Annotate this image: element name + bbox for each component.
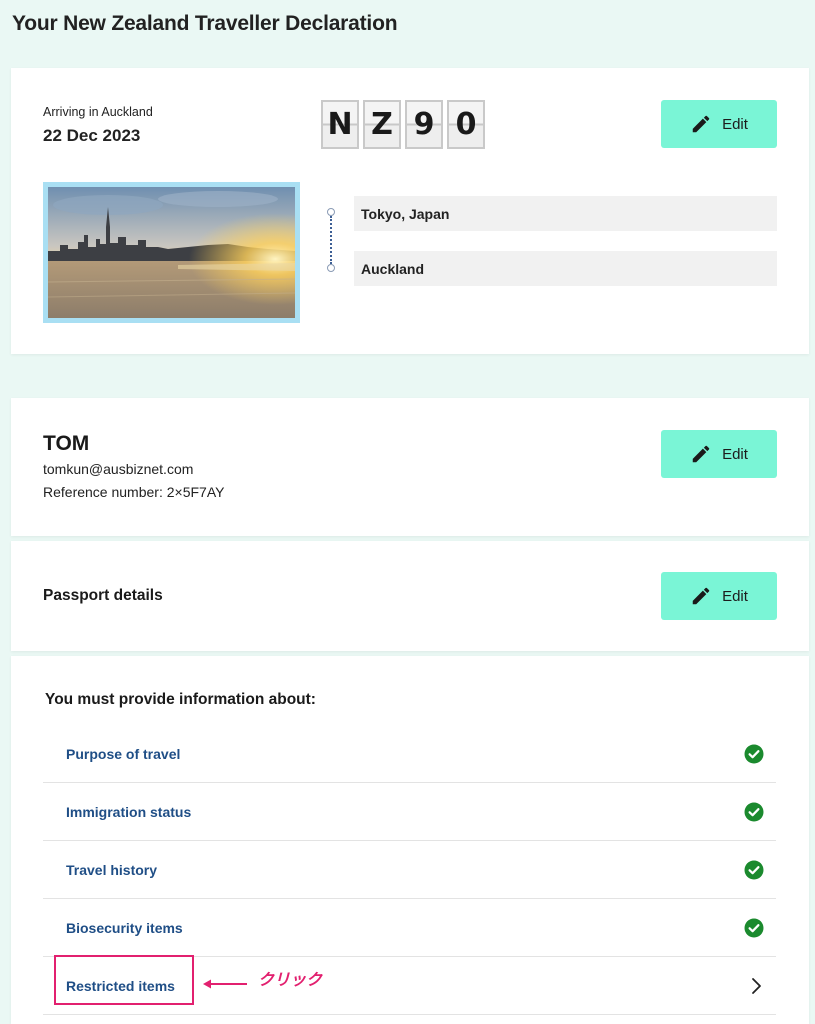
check-icon (744, 918, 764, 937)
edit-label: Edit (722, 587, 748, 605)
skyline-image (48, 187, 295, 318)
annotation-click-text: クリック (258, 970, 323, 989)
info-item-label: Purpose of travel (66, 745, 181, 762)
pencil-icon (692, 587, 710, 605)
pencil-icon (692, 115, 710, 133)
annotation-highlight-box (54, 955, 194, 1005)
edit-passport-button[interactable]: Edit (661, 572, 777, 620)
flight-char: 9 (405, 100, 443, 149)
edit-label: Edit (722, 445, 748, 463)
arrival-date: 22 Dec 2023 (43, 126, 141, 145)
traveller-card: TOM tomkun@ausbiznet.com Reference numbe… (11, 398, 809, 536)
check-icon (744, 744, 764, 763)
info-item-travel-history[interactable]: Travel history (43, 841, 776, 899)
flight-number-board: N Z 9 0 (321, 100, 485, 149)
passport-details-title: Passport details (43, 587, 163, 604)
edit-trip-button[interactable]: Edit (661, 100, 777, 148)
route-dotted-line (330, 216, 332, 264)
info-item-label: Travel history (66, 861, 158, 878)
traveller-name: TOM (43, 432, 90, 455)
flight-char: 0 (447, 100, 485, 149)
destination-dot-icon (327, 264, 335, 272)
flight-char: N (321, 100, 359, 149)
annotation-arrow-icon (203, 979, 247, 989)
info-item-purpose-of-travel[interactable]: Purpose of travel (43, 725, 776, 783)
flight-char: Z (363, 100, 401, 149)
reference-number: Reference number: 2×5F7AY (43, 484, 225, 500)
auckland-skyline-photo (43, 182, 300, 323)
info-item-immigration-status[interactable]: Immigration status (43, 783, 776, 841)
trip-card: Arriving in Auckland 22 Dec 2023 N Z 9 0… (11, 68, 809, 354)
passport-card: Passport details Edit (11, 541, 809, 651)
information-card: You must provide information about: Purp… (11, 656, 809, 1024)
check-icon (744, 860, 764, 879)
edit-traveller-button[interactable]: Edit (661, 430, 777, 478)
info-item-label: Immigration status (66, 803, 192, 820)
page-title: Your New Zealand Traveller Declaration (12, 12, 398, 35)
info-item-label: Biosecurity items (66, 919, 183, 936)
info-heading: You must provide information about: (45, 691, 316, 708)
edit-label: Edit (722, 115, 748, 133)
arriving-label: Arriving in Auckland (43, 105, 153, 119)
traveller-email: tomkun@ausbiznet.com (43, 461, 194, 477)
info-item-biosecurity-items[interactable]: Biosecurity items (43, 899, 776, 957)
origin-city: Tokyo, Japan (354, 196, 777, 231)
origin-dot-icon (327, 208, 335, 216)
check-icon (744, 802, 764, 821)
destination-city: Auckland (354, 251, 777, 286)
chevron-right-icon (752, 977, 761, 994)
pencil-icon (692, 445, 710, 463)
